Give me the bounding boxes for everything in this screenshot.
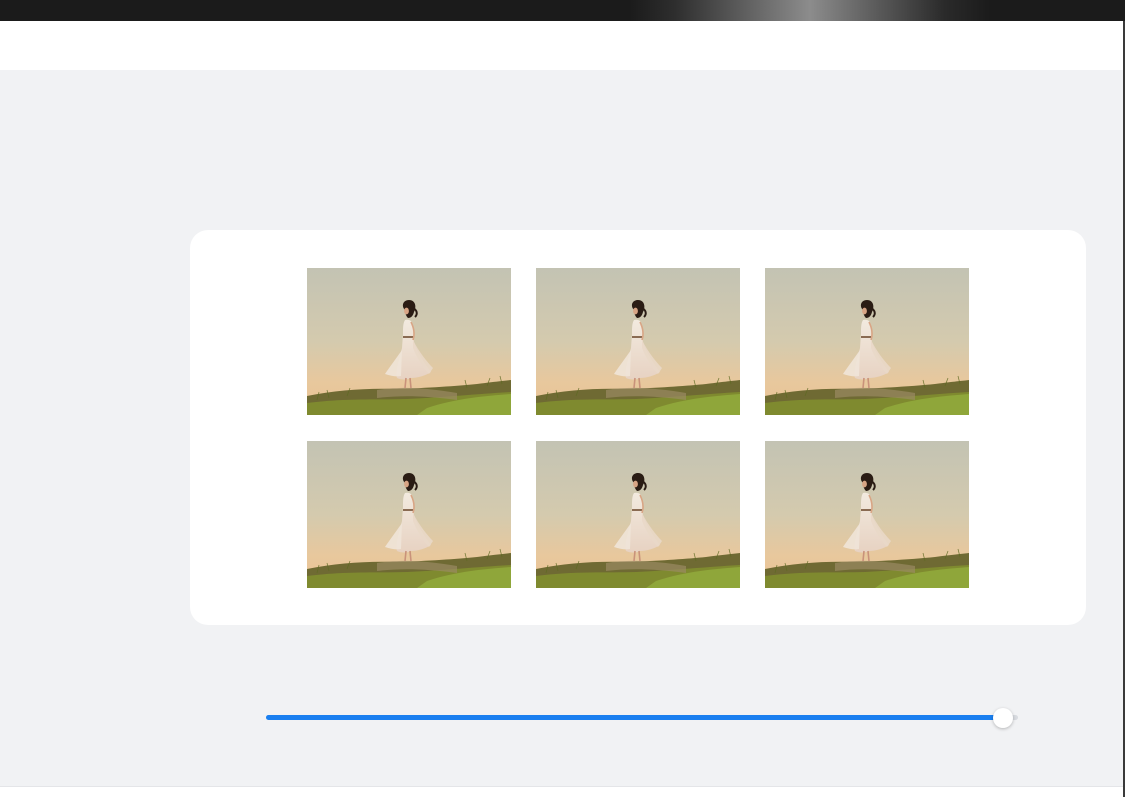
woman-on-hill-photo-icon [307,268,511,415]
slider-handle[interactable] [992,708,1013,728]
zoom-slider[interactable] [262,706,1022,730]
photo-card [190,230,1086,625]
top-bar [0,0,1125,21]
photo-thumbnail-6[interactable] [765,441,969,588]
photo-thumbnail-3[interactable] [765,268,969,415]
photo-grid [307,268,969,588]
photo-thumbnail-1[interactable] [307,268,511,415]
woman-on-hill-photo-icon [765,441,969,588]
photo-thumbnail-2[interactable] [536,268,740,415]
woman-on-hill-photo-icon [536,268,740,415]
photo-thumbnail-4[interactable] [307,441,511,588]
slider-fill [266,715,1003,720]
photo-thumbnail-5[interactable] [536,441,740,588]
woman-on-hill-photo-icon [765,268,969,415]
woman-on-hill-photo-icon [307,441,511,588]
woman-on-hill-photo-icon [536,441,740,588]
app-window [0,0,1125,797]
slider-track[interactable] [266,715,1018,720]
footer-bar [0,786,1123,797]
header-bar [0,21,1123,70]
